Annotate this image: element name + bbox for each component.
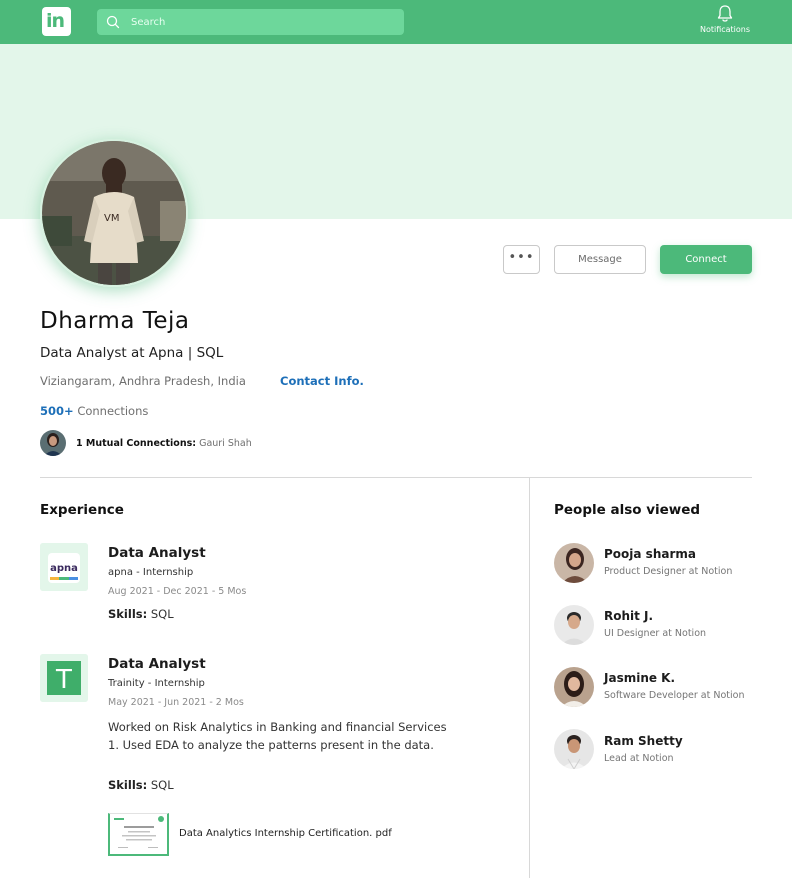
experience-1-skills: Skills: SQL [108, 607, 174, 621]
apna-logo-text: apna [50, 563, 78, 574]
experience-2-skills: Skills: SQL [108, 778, 174, 792]
mutual-label: 1 Mutual Connections: [76, 438, 197, 449]
person-3-role: Software Developer at Notion [604, 690, 745, 701]
person-3-avatar[interactable] [554, 667, 594, 707]
person-4-avatar[interactable] [554, 729, 594, 769]
experience-2-description: Worked on Risk Analytics in Banking and … [108, 720, 447, 752]
person-1-avatar[interactable] [554, 543, 594, 583]
experience-2-dates: May 2021 - Jun 2021 - 2 Mos [108, 697, 244, 708]
skills-label: Skills: [108, 778, 148, 792]
person-4-role: Lead at Notion [604, 753, 674, 764]
person-4-name[interactable]: Ram Shetty [604, 734, 683, 748]
mutual-connection-avatar[interactable] [40, 430, 66, 456]
svg-text:VM: VM [104, 213, 119, 224]
trainity-logo-text: T [55, 665, 72, 695]
profile-headline: Data Analyst at Apna | SQL [40, 345, 224, 361]
mutual-name: Gauri Shah [199, 438, 252, 449]
person-3-name[interactable]: Jasmine K. [604, 671, 675, 685]
experience-2-title: Data Analyst [108, 656, 206, 672]
person-2-avatar[interactable] [554, 605, 594, 645]
profile-avatar[interactable]: VM [40, 139, 188, 287]
profile-name: Dharma Teja [40, 308, 190, 334]
top-navbar: in Notifications [0, 0, 792, 44]
contact-info-link[interactable]: Contact Info. [280, 374, 364, 388]
section-divider [40, 477, 752, 478]
people-also-viewed-heading: People also viewed [554, 502, 701, 518]
bell-icon [717, 5, 733, 22]
notifications-button[interactable]: Notifications [690, 4, 760, 40]
search-icon [106, 15, 120, 29]
experience-1-dates: Aug 2021 - Dec 2021 - 5 Mos [108, 586, 247, 597]
skills-value: SQL [150, 778, 174, 792]
search-input[interactable] [131, 9, 391, 35]
trainity-logo-icon[interactable]: T [40, 654, 88, 702]
more-options-label: ••• [508, 249, 535, 265]
linkedin-logo-icon[interactable]: in [42, 7, 71, 36]
connections-summary[interactable]: 500+ Connections [40, 404, 148, 418]
experience-1-company: apna - Internship [108, 567, 194, 578]
person-2-name[interactable]: Rohit J. [604, 609, 653, 623]
column-divider [529, 478, 530, 878]
notifications-label: Notifications [699, 25, 751, 34]
search-bar[interactable] [97, 9, 404, 35]
connections-count: 500+ [40, 404, 74, 418]
skills-label: Skills: [108, 607, 148, 621]
connections-label: Connections [77, 404, 149, 418]
more-options-button[interactable]: ••• [503, 245, 540, 274]
certificate-thumbnail[interactable] [108, 813, 169, 856]
logo-text: in [46, 10, 65, 32]
profile-photo: VM [42, 141, 186, 285]
profile-location: Viziangaram, Andhra Pradesh, India [40, 374, 246, 388]
skills-value: SQL [150, 607, 174, 621]
apna-logo-icon[interactable]: apna [40, 543, 88, 591]
person-1-name[interactable]: Pooja sharma [604, 547, 696, 561]
experience-1-title: Data Analyst [108, 545, 206, 561]
experience-2-company: Trainity - Internship [108, 678, 205, 689]
connect-button[interactable]: Connect [660, 245, 752, 274]
certificate-file-link[interactable]: Data Analytics Internship Certification.… [179, 828, 392, 839]
experience-heading: Experience [40, 502, 124, 518]
message-button[interactable]: Message [554, 245, 646, 274]
person-1-role: Product Designer at Notion [604, 566, 733, 577]
person-2-role: UI Designer at Notion [604, 628, 707, 639]
mutual-connections[interactable]: 1 Mutual Connections: Gauri Shah [76, 438, 252, 449]
